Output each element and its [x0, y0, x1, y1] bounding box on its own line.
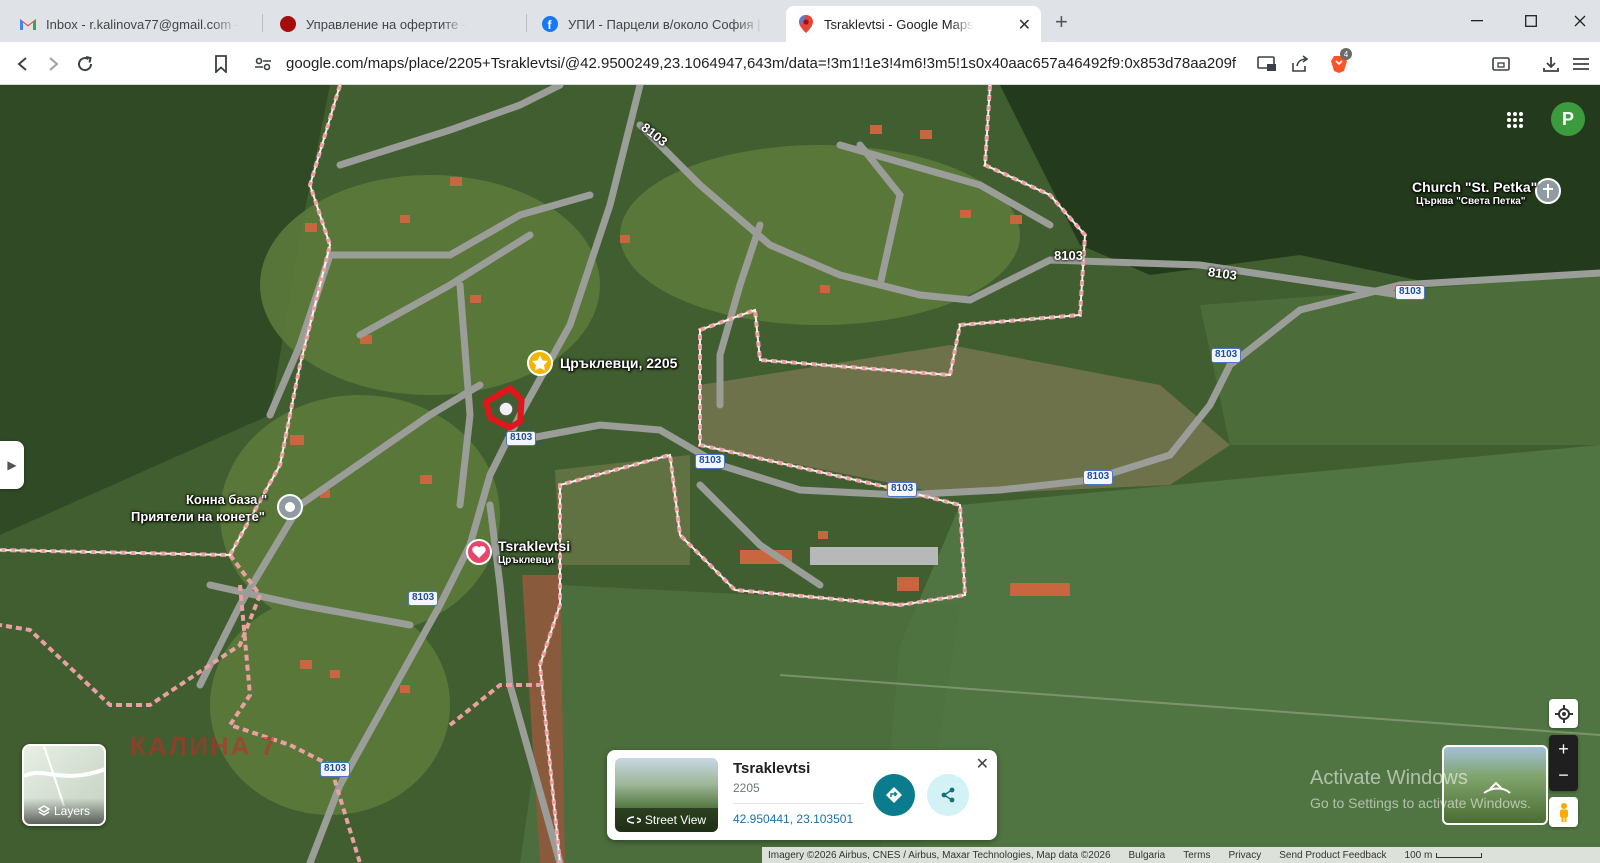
- address-bar[interactable]: google.com/maps/place/2205+Tsraklevtsi/@…: [246, 48, 1360, 79]
- road-shield: 8103: [320, 762, 351, 777]
- horse-base-label[interactable]: Конна база ": [186, 492, 267, 507]
- place-postcode: 2205: [733, 781, 760, 795]
- country-label[interactable]: Bulgaria: [1129, 850, 1166, 861]
- road-shield: 8103: [1083, 470, 1114, 485]
- cast-icon[interactable]: [1254, 51, 1280, 77]
- horse-base-label[interactable]: Приятели на конете": [131, 509, 265, 524]
- close-icon[interactable]: ✕: [976, 754, 989, 774]
- my-location-button[interactable]: [1549, 699, 1578, 728]
- pegman-icon: [1559, 803, 1568, 822]
- tab-facebook[interactable]: f УПИ - Парцели в/около София | КАЛИНА 7: [530, 6, 776, 42]
- village-label[interactable]: Tsraklevtsi: [498, 538, 570, 554]
- tab-close-icon[interactable]: ✕: [1018, 15, 1031, 35]
- browser-tab-strip: Inbox - r.kalinova77@gmail.com - Gmail У…: [0, 0, 1600, 42]
- tab-separator: [526, 14, 527, 32]
- street-view-row: Street View: [615, 808, 718, 832]
- tab-title: Inbox - r.kalinova77@gmail.com - Gmail: [46, 16, 240, 32]
- scale-label: 100 m: [1404, 849, 1433, 861]
- place-card[interactable]: Street View Tsraklevtsi 2205 42.950441, …: [607, 750, 997, 840]
- watermark-text: КАЛИНА 7: [130, 731, 278, 761]
- windows-activation-title: Activate Windows: [1310, 767, 1468, 789]
- share-icon: [941, 787, 955, 803]
- download-icon[interactable]: [1538, 51, 1564, 77]
- place-title: Tsraklevtsi: [733, 760, 811, 777]
- brave-shields-icon[interactable]: 4: [1326, 48, 1352, 76]
- tab-offers[interactable]: Управление на офертите -: [268, 6, 518, 42]
- tab-separator: [262, 14, 263, 32]
- place-label[interactable]: Цръклевци, 2205: [560, 355, 677, 371]
- divider: [733, 803, 863, 804]
- site-settings-icon[interactable]: [250, 51, 276, 77]
- tab-google-maps[interactable]: Tsraklevtsi - Google Maps ✕: [786, 6, 1041, 42]
- url-text[interactable]: google.com/maps/place/2205+Tsraklevtsi/@…: [286, 55, 1236, 72]
- church-local-label: Църква "Света Петка": [1416, 196, 1526, 207]
- layers-label-row: Layers: [24, 798, 104, 824]
- share-button[interactable]: [927, 774, 969, 816]
- forward-button[interactable]: [40, 51, 66, 77]
- minimize-button[interactable]: [1462, 8, 1492, 34]
- tab-title: Управление на офертите -: [306, 16, 467, 32]
- browser-toolbar: google.com/maps/place/2205+Tsraklevtsi/@…: [0, 42, 1600, 85]
- feedback-link[interactable]: Send Product Feedback: [1279, 850, 1386, 861]
- road-shield: 8103: [408, 591, 439, 606]
- account-avatar[interactable]: P: [1551, 102, 1585, 136]
- close-window-button[interactable]: [1565, 8, 1595, 34]
- road-number-label: 8103: [1054, 248, 1083, 263]
- windows-activation-subtitle: Go to Settings to activate Windows.: [1310, 795, 1531, 811]
- pegman-button[interactable]: [1549, 797, 1578, 827]
- site-icon: [280, 16, 296, 32]
- tab-title: Tsraklevtsi - Google Maps: [824, 16, 974, 32]
- gmail-icon: [20, 16, 36, 32]
- directions-icon: [886, 787, 902, 803]
- street-view-icon: [626, 816, 641, 824]
- reload-button[interactable]: [72, 51, 98, 77]
- imagery-attribution: Imagery ©2026 Airbus, CNES / Airbus, Max…: [768, 849, 1111, 861]
- new-tab-button[interactable]: +: [1055, 9, 1068, 35]
- scale-bar: [1436, 852, 1483, 858]
- street-view-thumbnail[interactable]: Street View: [615, 758, 718, 832]
- map-preview-icon: [24, 746, 104, 806]
- my-location-icon: [1554, 704, 1573, 723]
- menu-icon[interactable]: [1568, 51, 1594, 77]
- back-button[interactable]: [10, 51, 36, 77]
- privacy-link[interactable]: Privacy: [1228, 850, 1261, 861]
- directions-button[interactable]: [873, 774, 915, 816]
- road-shield: 8103: [1211, 348, 1242, 363]
- chevron-right-icon: ▶: [7, 458, 17, 472]
- side-panel-toggle[interactable]: ▶: [0, 441, 24, 489]
- map-scale[interactable]: 100 m: [1405, 850, 1483, 861]
- zoom-in-button[interactable]: +: [1558, 735, 1569, 763]
- village-local-label: Цръклевци: [498, 555, 555, 566]
- road-shield: 8103: [695, 454, 726, 469]
- road-shield: 8103: [1395, 285, 1426, 300]
- sidebar-icon[interactable]: [1488, 51, 1514, 77]
- terms-link[interactable]: Terms: [1183, 850, 1210, 861]
- street-view-label: Street View: [644, 813, 707, 827]
- tab-gmail[interactable]: Inbox - r.kalinova77@gmail.com - Gmail: [8, 6, 252, 42]
- satellite-map[interactable]: 8103 8103 8103 8103 8103 8103 8103 8103 …: [0, 85, 1600, 863]
- layers-label: Layers: [53, 804, 91, 818]
- church-label[interactable]: Church "St. Petka": [1412, 179, 1537, 195]
- facebook-icon: f: [542, 16, 558, 32]
- road-shield: 8103: [887, 482, 918, 497]
- zoom-controls: + −: [1549, 735, 1578, 791]
- maximize-button[interactable]: [1516, 8, 1546, 34]
- google-apps-button[interactable]: [1500, 105, 1530, 135]
- map-footer: Imagery ©2026 Airbus, CNES / Airbus, Max…: [762, 847, 1600, 863]
- share-icon[interactable]: [1287, 51, 1313, 77]
- brave-badge: 4: [1340, 48, 1352, 60]
- road-shield: 8103: [506, 431, 537, 446]
- zoom-out-button[interactable]: −: [1558, 763, 1569, 791]
- bookmark-icon[interactable]: [208, 51, 234, 77]
- tab-title: УПИ - Парцели в/около София | КАЛИНА 7: [568, 16, 764, 32]
- google-maps-icon: [798, 15, 814, 33]
- layers-button[interactable]: Layers: [22, 744, 106, 826]
- apps-grid-icon: [1507, 112, 1523, 128]
- layers-icon: [37, 805, 50, 816]
- place-coordinates[interactable]: 42.950441, 23.103501: [733, 812, 853, 826]
